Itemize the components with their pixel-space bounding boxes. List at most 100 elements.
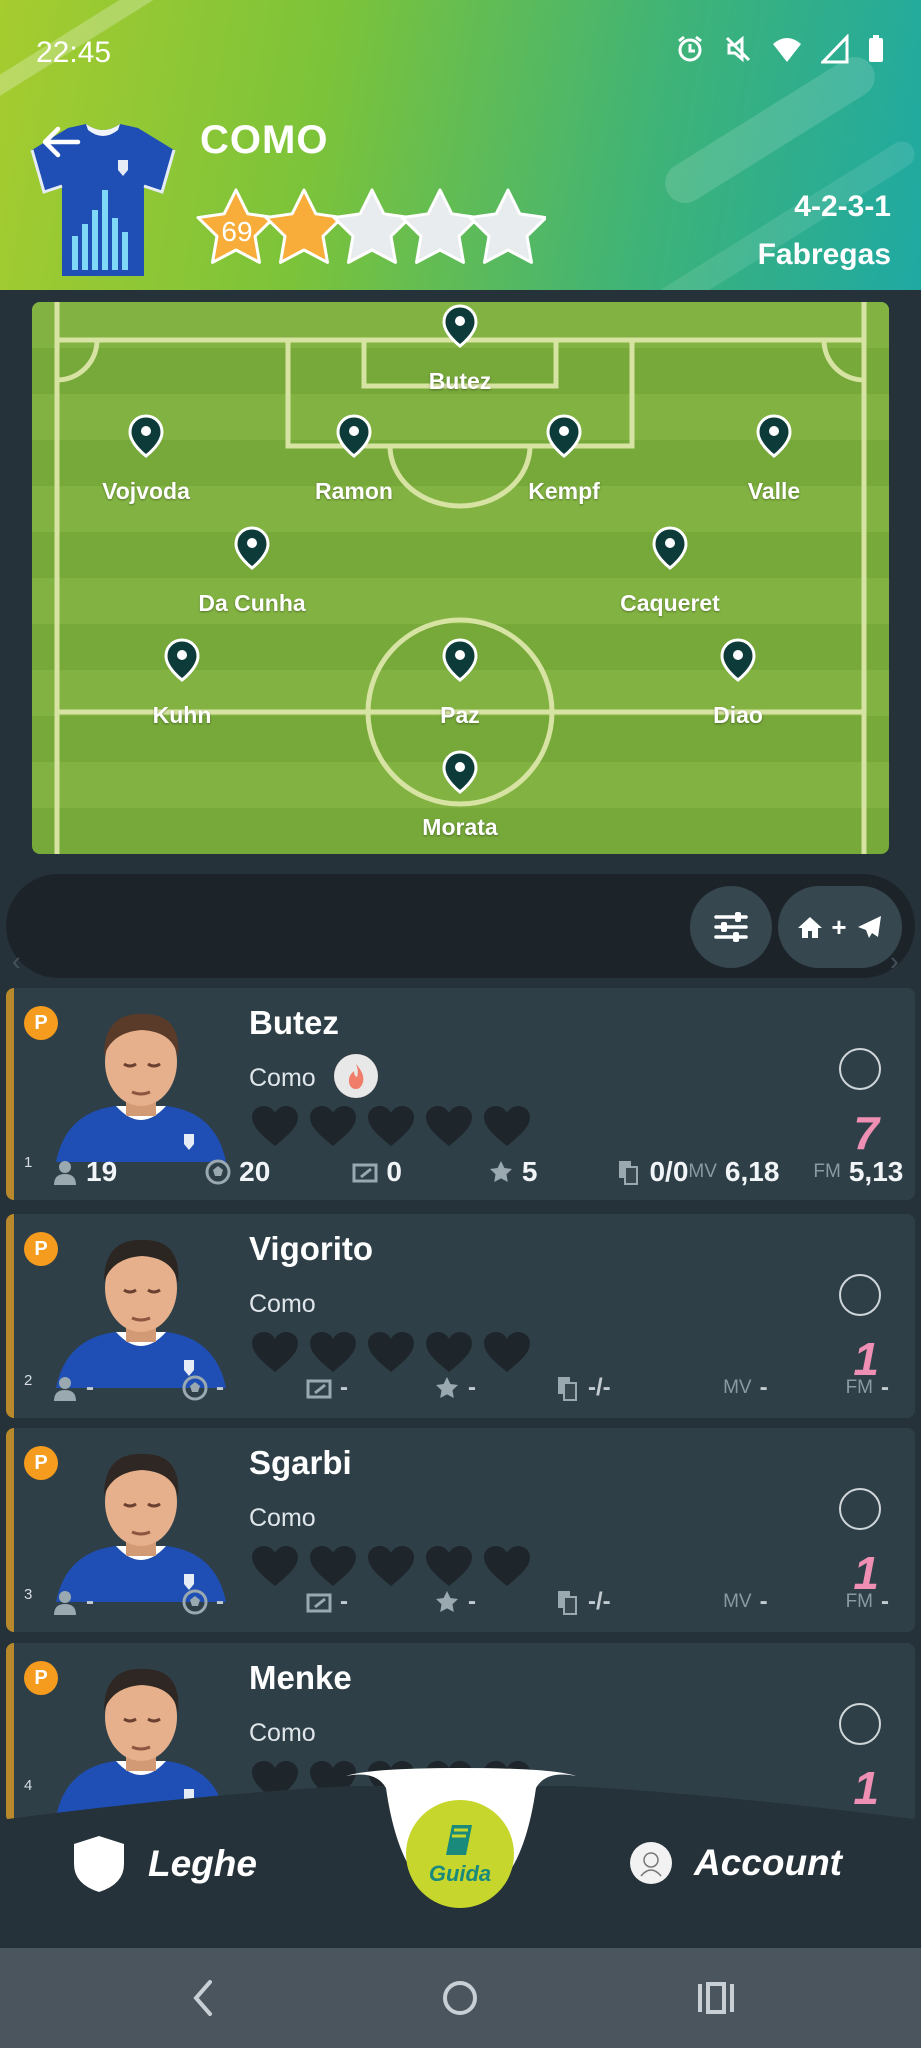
pitch-player-name[interactable]: Diao: [713, 702, 763, 729]
select-radio[interactable]: [839, 1274, 881, 1316]
heart-icon[interactable]: [424, 1544, 474, 1588]
home-icon: [798, 917, 823, 938]
stat-mv: MV -: [723, 1374, 768, 1401]
pitch-player-name[interactable]: Morata: [422, 814, 497, 841]
heart-icon[interactable]: [308, 1544, 358, 1588]
pitch-player-name[interactable]: Da Cunha: [198, 590, 305, 617]
select-radio[interactable]: [839, 1048, 881, 1090]
formation-label: 4-2-3-1: [794, 190, 891, 223]
player-card[interactable]: P 1 Butez Como 7 19 20 0 5 0/0 MV 6,18 FM 5,13: [6, 988, 915, 1200]
pitch-player-name[interactable]: Butez: [429, 368, 492, 395]
star-filled-icon: [264, 188, 344, 264]
system-recents-icon[interactable]: [696, 1976, 736, 2020]
home-away-toggle-button[interactable]: +: [778, 886, 902, 968]
heart-icon[interactable]: [250, 1104, 300, 1148]
pitch-player-name[interactable]: Ramon: [315, 478, 393, 505]
sliders-icon: [714, 912, 748, 942]
heart-icon[interactable]: [366, 1544, 416, 1588]
clock: 22:45: [36, 36, 112, 69]
fire-icon: [348, 1064, 364, 1089]
back-arrow-icon[interactable]: [38, 120, 82, 164]
stat-goals: 20: [205, 1156, 270, 1188]
map-pin-icon[interactable]: [442, 304, 478, 348]
ball-icon: [205, 1159, 231, 1185]
stat-goals: -: [182, 1588, 224, 1616]
stat-assists: -: [434, 1374, 476, 1402]
filter-settings-button[interactable]: [690, 886, 772, 968]
heart-icon[interactable]: [250, 1544, 300, 1588]
pitch-player-name[interactable]: Valle: [748, 478, 800, 505]
stat-clean-sheets: 0: [352, 1156, 402, 1188]
airplane-icon: [857, 916, 881, 938]
heart-icon[interactable]: [482, 1104, 532, 1148]
guide-button[interactable]: Guida: [406, 1800, 514, 1908]
account-avatar: [630, 1842, 672, 1884]
player-name: Sgarbi: [249, 1444, 352, 1481]
heart-icon[interactable]: [424, 1330, 474, 1374]
pitch-player-name[interactable]: Caqueret: [620, 590, 720, 617]
stat-mv: MV 6,18: [688, 1156, 780, 1187]
map-pin-icon[interactable]: [128, 414, 164, 458]
heart-icon[interactable]: [366, 1104, 416, 1148]
pitch-player-name[interactable]: Paz: [440, 702, 480, 729]
heart-icon[interactable]: [482, 1330, 532, 1374]
stat-presences: -: [52, 1588, 94, 1616]
player-name: Butez: [249, 1004, 339, 1041]
heart-icon[interactable]: [250, 1330, 300, 1374]
stat-presences: -: [52, 1374, 94, 1402]
map-pin-icon[interactable]: [164, 638, 200, 682]
player-index: 1: [24, 1154, 33, 1171]
star-empty-icon: [468, 188, 546, 264]
player-avatar: [46, 1442, 236, 1602]
map-pin-icon[interactable]: [546, 414, 582, 458]
map-pin-icon[interactable]: [720, 638, 756, 682]
nav-account[interactable]: Account: [630, 1842, 842, 1884]
team-title: COMO: [200, 118, 329, 162]
ball-icon: [182, 1589, 208, 1615]
heart-icon[interactable]: [482, 1544, 532, 1588]
scroll-left-icon[interactable]: ‹: [12, 946, 21, 977]
rating-hearts: [250, 1544, 532, 1588]
heart-icon[interactable]: [366, 1330, 416, 1374]
pitch-player-name[interactable]: Kempf: [528, 478, 600, 505]
system-home-icon[interactable]: [440, 1976, 480, 2020]
nav-account-label: Account: [694, 1842, 842, 1883]
player-card[interactable]: P 2 Vigorito Como 1- - - - -/- MV - FM -: [6, 1214, 915, 1418]
ball-icon: [182, 1375, 208, 1401]
stat-clean-sheets: -: [306, 1588, 348, 1616]
team-header: 22:45 COMO 69 4-2-3-1 Fabregas: [0, 0, 921, 290]
heart-icon[interactable]: [308, 1330, 358, 1374]
cards-icon: [619, 1161, 639, 1185]
map-pin-icon[interactable]: [756, 414, 792, 458]
player-avatar: [46, 1002, 236, 1162]
goal-net-icon: [306, 1593, 332, 1613]
select-radio[interactable]: [839, 1488, 881, 1530]
nav-leagues[interactable]: Leghe: [72, 1834, 257, 1894]
player-stats-row: 19 20 0 5 0/0 MV 6,18 FM 5,13: [52, 1156, 903, 1188]
hot-streak-badge: [334, 1054, 378, 1098]
stat-mv: MV -: [723, 1588, 768, 1615]
map-pin-icon[interactable]: [442, 638, 478, 682]
player-card[interactable]: P 3 Sgarbi Como 1- - - - -/- MV - FM -: [6, 1428, 915, 1632]
star-empty-icon: [400, 188, 480, 264]
goal-net-icon: [352, 1163, 378, 1183]
player-name: Menke: [249, 1659, 352, 1696]
coach-name: Fabregas: [757, 238, 891, 271]
star-icon: [436, 1591, 458, 1612]
system-back-icon[interactable]: [188, 1976, 218, 2020]
map-pin-icon[interactable]: [234, 526, 270, 570]
stat-fm: FM -: [845, 1588, 889, 1615]
pitch-player-name[interactable]: Vojvoda: [102, 478, 190, 505]
select-radio[interactable]: [839, 1703, 881, 1745]
player-index: 2: [24, 1372, 33, 1389]
pitch-player-name[interactable]: Kuhn: [153, 702, 212, 729]
map-pin-icon[interactable]: [442, 750, 478, 794]
signal-icon: [821, 34, 849, 64]
map-pin-icon[interactable]: [652, 526, 688, 570]
battery-icon: [869, 35, 883, 62]
mute-icon: [725, 35, 751, 63]
heart-icon[interactable]: [424, 1104, 474, 1148]
map-pin-icon[interactable]: [336, 414, 372, 458]
stat-assists: -: [434, 1588, 476, 1616]
heart-icon[interactable]: [308, 1104, 358, 1148]
